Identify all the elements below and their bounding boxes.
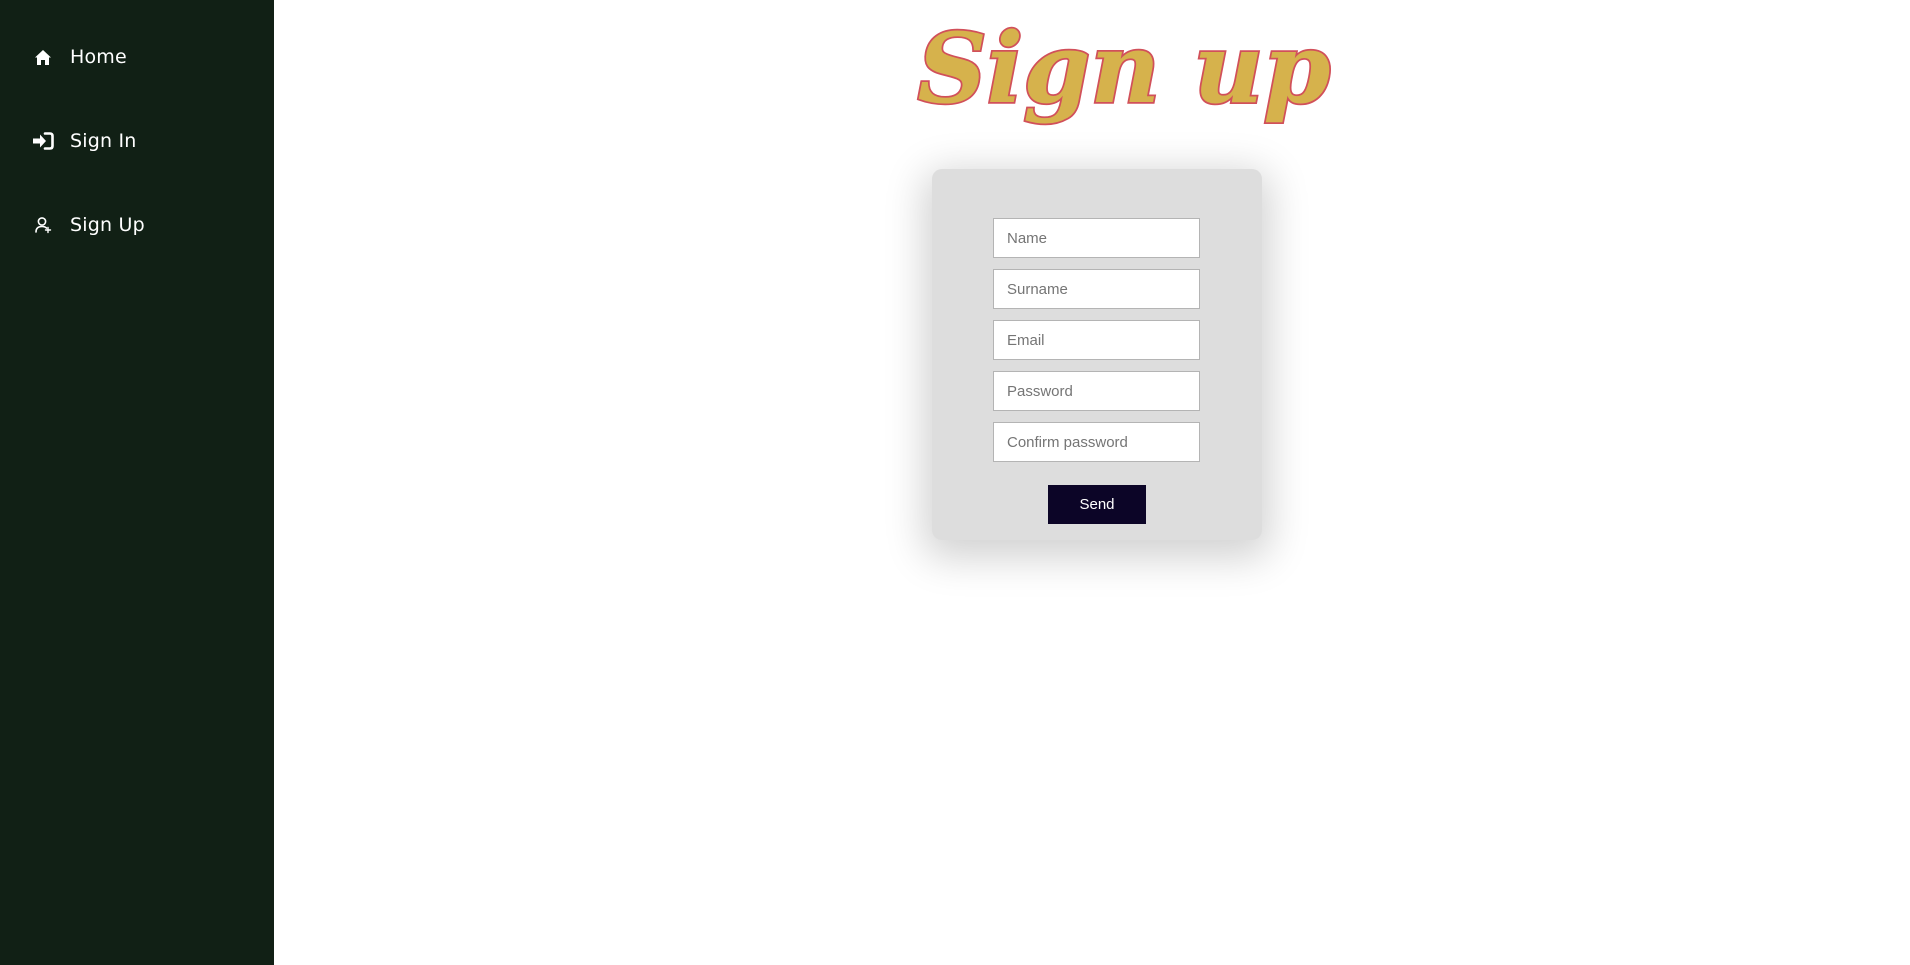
sidebar-item-label: Sign Up <box>70 214 145 236</box>
sidebar-item-sign-in[interactable]: Sign In <box>30 121 137 161</box>
sidebar-item-label: Home <box>70 46 127 68</box>
confirm-password-field[interactable] <box>993 422 1200 462</box>
app: Home Sign In Sign Up Sign up Name Surnam… <box>0 0 1910 965</box>
page-title-container: Sign up <box>874 0 1374 140</box>
home-icon <box>30 44 56 70</box>
surname-field[interactable] <box>993 269 1200 309</box>
sidebar-item-label: Sign In <box>70 130 137 152</box>
name-field[interactable] <box>993 218 1200 258</box>
email-field[interactable] <box>993 320 1200 360</box>
sign-in-icon <box>30 128 56 154</box>
sidebar: Home Sign In Sign Up <box>0 0 274 965</box>
main-content: Sign up Send <box>274 0 1910 965</box>
sidebar-item-home[interactable]: Home <box>30 37 127 77</box>
password-field[interactable] <box>993 371 1200 411</box>
sign-up-form: Send <box>932 169 1262 540</box>
send-button[interactable]: Send <box>1048 485 1146 524</box>
page-title: Sign up <box>917 12 1330 125</box>
user-add-icon <box>30 212 56 238</box>
sidebar-item-sign-up[interactable]: Sign Up <box>30 205 145 245</box>
